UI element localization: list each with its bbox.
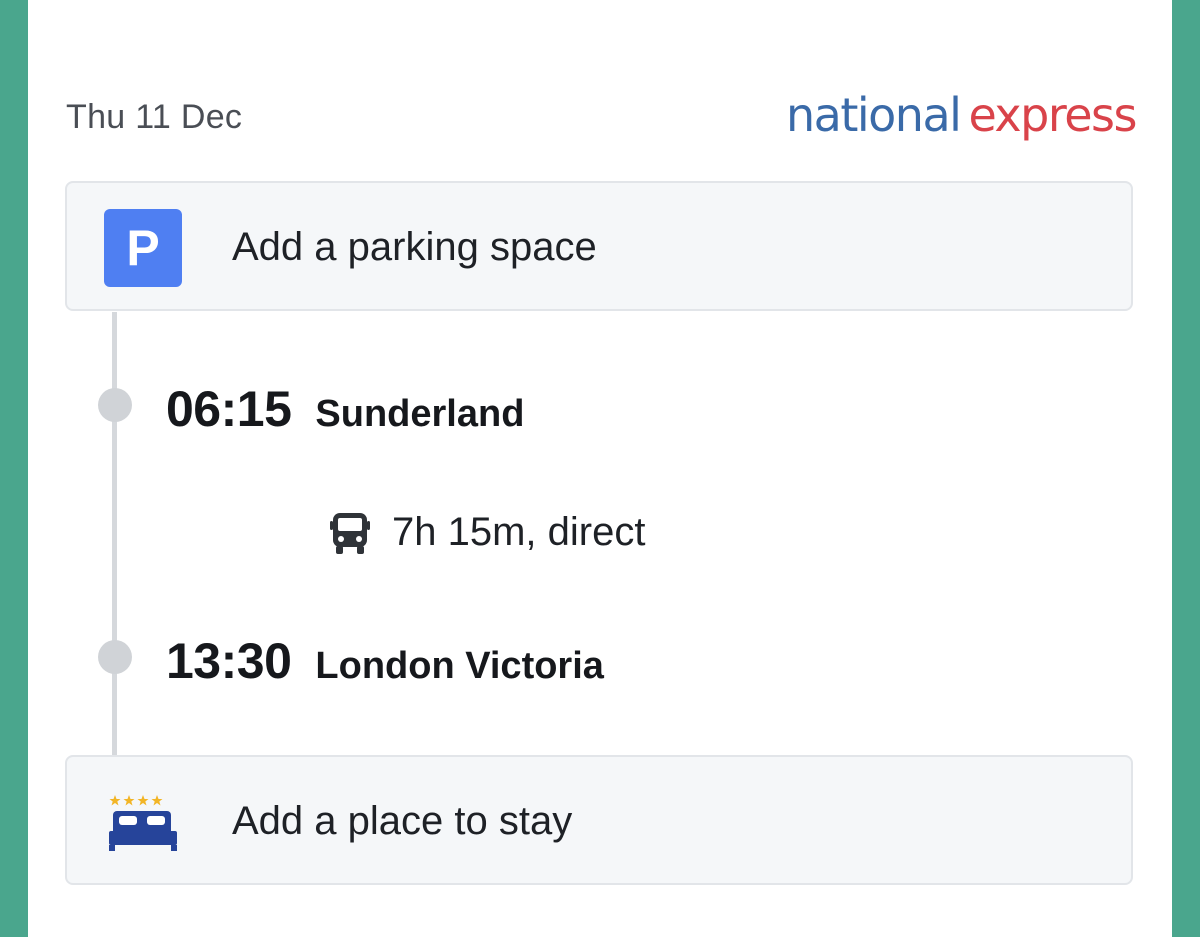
- bus-icon: [330, 512, 370, 554]
- add-parking-button[interactable]: P Add a parking space: [65, 181, 1133, 311]
- duration-text: 7h 15m, direct: [392, 510, 646, 554]
- parking-icon: P: [104, 209, 182, 287]
- arrival-stop: 13:30 London Victoria: [166, 632, 604, 690]
- journey-duration: 7h 15m, direct: [330, 510, 645, 555]
- add-stay-label: Add a place to stay: [232, 799, 573, 843]
- journey-date: Thu 11 Dec: [66, 98, 243, 136]
- national-express-logo: national express: [786, 88, 1137, 142]
- arrival-dot: [98, 640, 132, 674]
- add-parking-label: Add a parking space: [232, 225, 597, 269]
- logo-express: express: [968, 88, 1137, 142]
- departure-place: Sunderland: [315, 393, 525, 435]
- timeline-line: [112, 312, 117, 756]
- arrival-place: London Victoria: [315, 645, 604, 687]
- departure-time: 06:15: [166, 381, 292, 437]
- arrival-time: 13:30: [166, 633, 292, 689]
- logo-national: national: [786, 88, 962, 142]
- departure-stop: 06:15 Sunderland: [166, 380, 524, 438]
- bed-icon: [109, 795, 177, 851]
- departure-dot: [98, 388, 132, 422]
- journey-card: Thu 11 Dec national express P Add a parki…: [28, 0, 1172, 937]
- add-stay-button[interactable]: Add a place to stay: [65, 755, 1133, 885]
